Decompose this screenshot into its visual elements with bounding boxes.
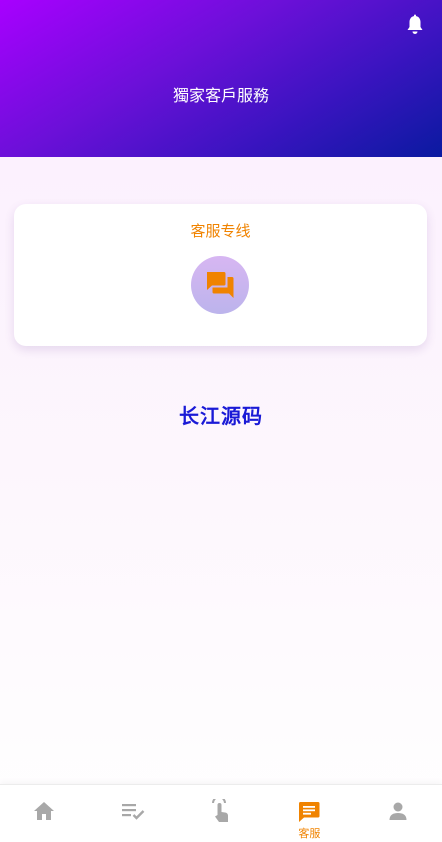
tab-profile[interactable]: [354, 785, 442, 842]
bottom-tab-bar: 客服: [0, 784, 442, 842]
touch-icon: [212, 799, 229, 822]
tab-orders[interactable]: [88, 785, 176, 842]
page-title: 獨家客戶服務: [172, 86, 269, 105]
customer-service-card[interactable]: 客服专线: [14, 204, 427, 346]
home-icon: [34, 802, 55, 820]
person-icon: [389, 802, 407, 820]
tab-label-customer-service: 客服: [298, 827, 321, 840]
bell-icon[interactable]: [405, 14, 425, 36]
tab-home[interactable]: [0, 785, 88, 842]
chat-icon: [207, 272, 234, 298]
chat-icon-button[interactable]: [191, 256, 249, 314]
card-title: 客服专线: [190, 222, 251, 240]
app-screen: 獨家客戶服務 客服专线 长江源码 客服: [0, 0, 442, 842]
tab-customer-service[interactable]: 客服: [265, 785, 353, 842]
tab-touch[interactable]: [177, 785, 265, 842]
message-icon: [299, 802, 320, 822]
checklist-icon: [121, 804, 144, 820]
header: 獨家客戶服務: [0, 0, 442, 157]
brand-text: 长江源码: [179, 404, 263, 428]
